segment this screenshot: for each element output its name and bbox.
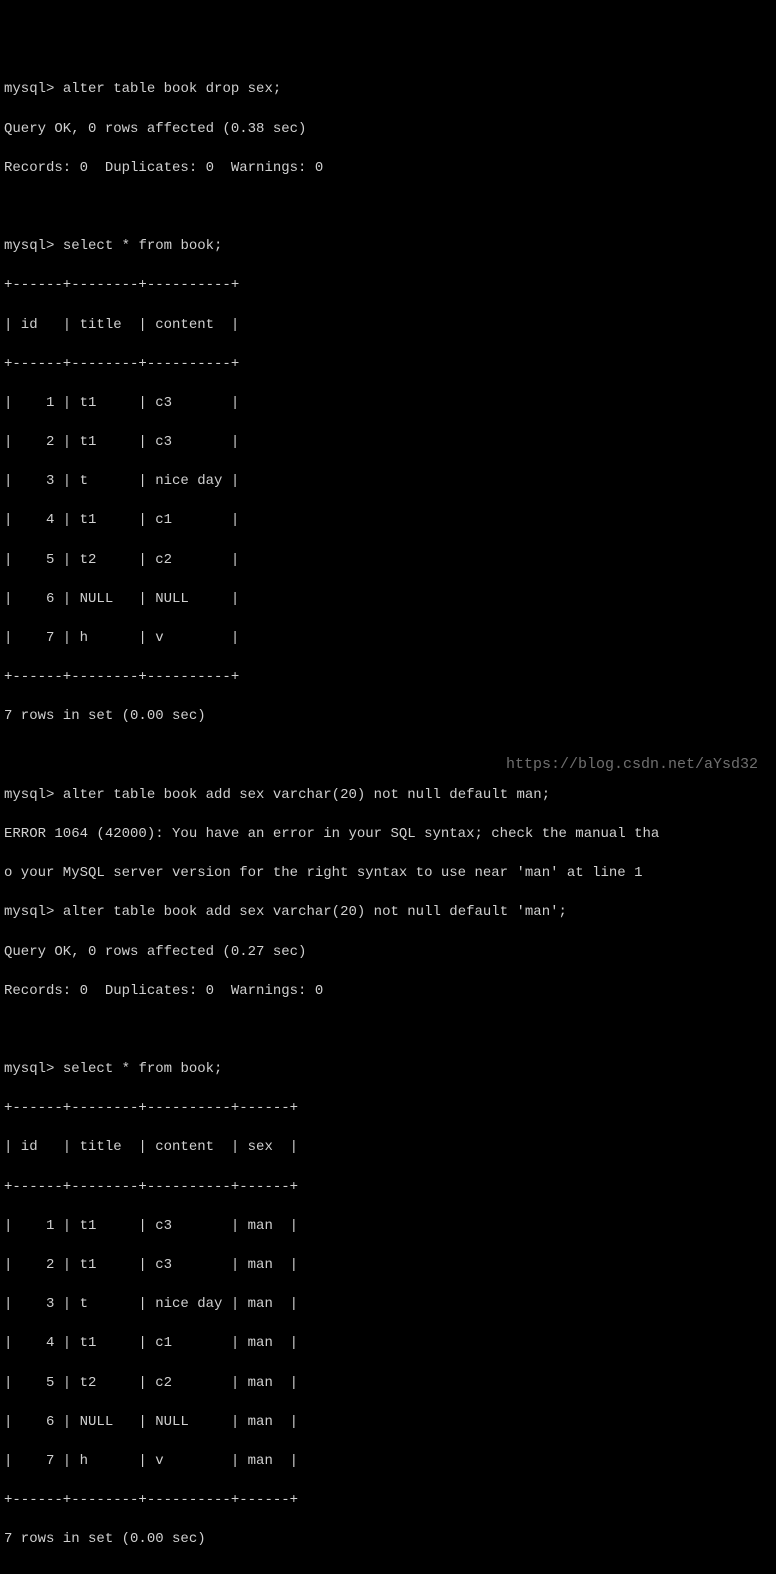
table-row: | 3 | t | nice day | man | — [4, 1295, 772, 1315]
table-row: | 5 | t2 | c2 | — [4, 551, 772, 571]
query-result-line: Query OK, 0 rows affected (0.38 sec) — [4, 120, 772, 140]
error-line: ERROR 1064 (42000): You have an error in… — [4, 825, 772, 845]
query-result-line: Query OK, 0 rows affected (0.27 sec) — [4, 943, 772, 963]
table-header: | id | title | content | sex | — [4, 1138, 772, 1158]
query-result-line: Records: 0 Duplicates: 0 Warnings: 0 — [4, 982, 772, 1002]
table-border: +------+--------+----------+ — [4, 668, 772, 688]
sql-command: select * from book; — [63, 238, 223, 254]
table-border: +------+--------+----------+------+ — [4, 1491, 772, 1511]
table-row: | 1 | t1 | c3 | man | — [4, 1217, 772, 1237]
prompt-line-5[interactable]: mysql> select * from book; — [4, 1060, 772, 1080]
mysql-prompt: mysql> — [4, 787, 54, 803]
table-border: +------+--------+----------+------+ — [4, 1099, 772, 1119]
sql-command: alter table book add sex varchar(20) not… — [63, 787, 550, 803]
mysql-prompt: mysql> — [4, 1061, 54, 1077]
mysql-prompt: mysql> — [4, 81, 54, 97]
table-row: | 2 | t1 | c3 | man | — [4, 1256, 772, 1276]
table-header: | id | title | content | — [4, 316, 772, 336]
table-row: | 2 | t1 | c3 | — [4, 433, 772, 453]
prompt-line-1[interactable]: mysql> alter table book drop sex; — [4, 80, 772, 100]
table-border: +------+--------+----------+ — [4, 276, 772, 296]
sql-command: alter table book add sex varchar(20) not… — [63, 904, 567, 920]
blank-line — [4, 1021, 772, 1041]
table-row: | 1 | t1 | c3 | — [4, 394, 772, 414]
blank-line — [4, 198, 772, 218]
error-line: o your MySQL server version for the righ… — [4, 864, 772, 884]
watermark-text: https://blog.csdn.net/aYsd32 — [506, 754, 758, 775]
prompt-line-4[interactable]: mysql> alter table book add sex varchar(… — [4, 903, 772, 923]
table-row: | 3 | t | nice day | — [4, 472, 772, 492]
table-row: | 5 | t2 | c2 | man | — [4, 1374, 772, 1394]
table-row: | 6 | NULL | NULL | — [4, 590, 772, 610]
mysql-prompt: mysql> — [4, 904, 54, 920]
sql-command: select * from book; — [63, 1061, 223, 1077]
table-border: +------+--------+----------+ — [4, 355, 772, 375]
mysql-prompt: mysql> — [4, 238, 54, 254]
table-row: | 4 | t1 | c1 | man | — [4, 1334, 772, 1354]
sql-command: alter table book drop sex; — [63, 81, 281, 97]
prompt-line-3[interactable]: mysql> alter table book add sex varchar(… — [4, 786, 772, 806]
table-row: | 4 | t1 | c1 | — [4, 511, 772, 531]
rows-in-set: 7 rows in set (0.00 sec) — [4, 1530, 772, 1550]
query-result-line: Records: 0 Duplicates: 0 Warnings: 0 — [4, 159, 772, 179]
table-row: | 7 | h | v | man | — [4, 1452, 772, 1472]
table-row: | 6 | NULL | NULL | man | — [4, 1413, 772, 1433]
table-row: | 7 | h | v | — [4, 629, 772, 649]
table-border: +------+--------+----------+------+ — [4, 1178, 772, 1198]
prompt-line-2[interactable]: mysql> select * from book; — [4, 237, 772, 257]
rows-in-set: 7 rows in set (0.00 sec) — [4, 707, 772, 727]
